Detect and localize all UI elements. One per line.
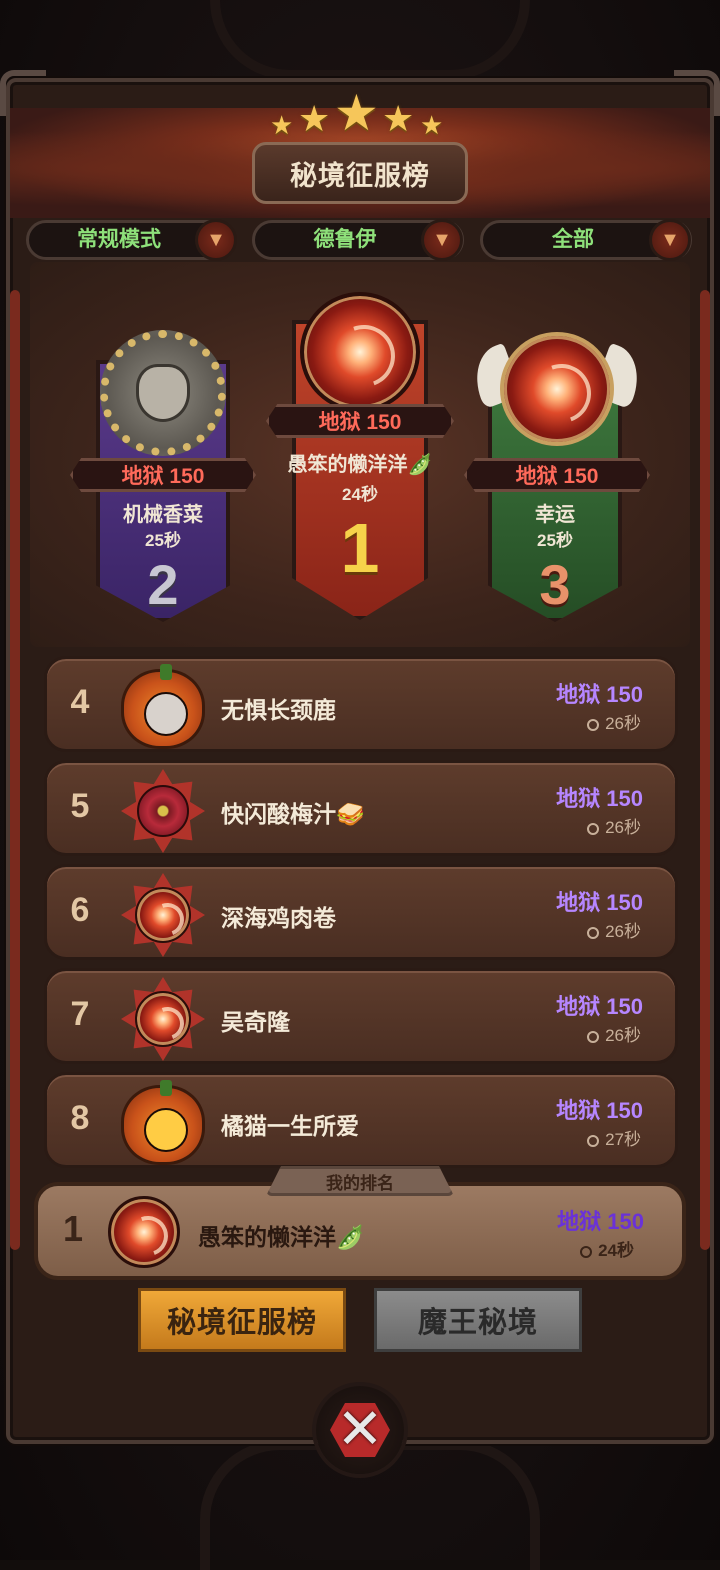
podium-first-time: 24秒 — [342, 485, 378, 504]
my-clear-time: 24秒 — [580, 1236, 634, 1261]
podium-first-difficulty: 地狱 150 — [266, 404, 454, 438]
list-item-rank: 5 — [70, 787, 90, 825]
scope-dropdown-label: 全部 — [552, 228, 594, 251]
class-dropdown[interactable]: 德鲁伊 ▼ — [252, 219, 464, 261]
side-bar-left — [10, 290, 20, 1250]
clear-time: 26秒 — [587, 917, 641, 942]
close-icon: ✕ — [336, 1397, 384, 1460]
list-item-rank: 7 — [70, 995, 90, 1033]
class-dropdown-label: 德鲁伊 — [313, 228, 377, 251]
clear-time-value: 26秒 — [605, 714, 641, 733]
tab-demon-king-realm[interactable]: 魔王秘境 — [374, 1288, 582, 1352]
mode-dropdown-label: 常规模式 — [77, 228, 161, 251]
close-button[interactable]: ✕ — [316, 1386, 404, 1474]
clear-time-value: 27秒 — [605, 1130, 641, 1149]
tab-conquest-leaderboard[interactable]: 秘境征服榜 — [138, 1288, 346, 1352]
pumpkin-avatar-icon — [121, 664, 205, 749]
podium-third-name: 幸运 — [535, 504, 575, 526]
podium-third-time: 25秒 — [537, 531, 573, 550]
pumpkin-avatar-icon — [121, 1080, 205, 1165]
podium-second-difficulty: 地狱 150 — [70, 458, 256, 492]
podium-second-name: 机械香菜 — [123, 504, 203, 526]
list-item[interactable]: 5 快闪酸梅汁🥪 地狱 150 26秒 — [44, 760, 678, 856]
difficulty-label: 地狱 150 — [556, 1098, 643, 1123]
avatar — [121, 1080, 205, 1165]
clock-icon — [587, 1135, 600, 1147]
list-item[interactable]: 4 无惧长颈鹿 地狱 150 26秒 — [44, 656, 678, 752]
clear-time: 26秒 — [587, 813, 641, 838]
clear-time: 26秒 — [587, 709, 641, 734]
clock-icon — [587, 1031, 600, 1043]
my-avatar — [108, 1196, 180, 1268]
avatar — [121, 769, 205, 853]
difficulty-label: 地狱 150 — [556, 890, 643, 915]
star-icon: ★ — [420, 110, 444, 140]
my-clear-time-value: 24秒 — [598, 1241, 634, 1260]
pumpkin-stem — [160, 1080, 172, 1096]
swirl-icon — [135, 991, 191, 1047]
clear-time-value: 26秒 — [605, 922, 641, 941]
list-item[interactable]: 8 橘猫一生所爱 地狱 150 27秒 — [44, 1072, 678, 1168]
chevron-down-icon[interactable]: ▼ — [421, 219, 463, 261]
avatar — [121, 873, 205, 957]
my-rank-row[interactable]: 1 愚笨的懒洋洋🫛 地狱 150 24秒 — [34, 1182, 686, 1280]
podium-second-time: 25秒 — [145, 531, 181, 550]
list-item[interactable]: 6 深海鸡肉卷 地狱 150 26秒 — [44, 864, 678, 960]
clock-icon — [580, 1246, 593, 1258]
star-icon: ★ — [270, 110, 294, 140]
my-rank-label: 我的排名 — [266, 1166, 454, 1196]
list-item-rank: 8 — [70, 1099, 90, 1137]
red-eye-icon — [137, 785, 189, 837]
jack-o-lantern-icon — [144, 1108, 188, 1152]
clear-time: 27秒 — [587, 1125, 641, 1150]
scope-dropdown[interactable]: 全部 ▼ — [480, 219, 692, 261]
chevron-down-icon[interactable]: ▼ — [649, 219, 691, 261]
sheep-face-icon — [144, 692, 188, 736]
clear-time: 26秒 — [587, 1021, 641, 1046]
avatar — [121, 664, 205, 749]
horned-mask-icon — [136, 364, 190, 422]
clear-time-value: 26秒 — [605, 818, 641, 837]
list-item[interactable]: 7 吴奇隆 地狱 150 26秒 — [44, 968, 678, 1064]
player-name: 无惧长颈鹿 — [221, 697, 336, 723]
star-icon: ★ — [334, 85, 379, 141]
list-item-rank: 6 — [70, 891, 90, 929]
podium-third-rank: 3 — [539, 553, 571, 616]
my-difficulty-label: 地狱 150 — [557, 1209, 644, 1234]
clock-icon — [587, 823, 600, 835]
difficulty-label: 地狱 150 — [556, 994, 643, 1019]
avatar-first — [300, 292, 420, 412]
avatar-second — [100, 330, 226, 456]
avatar-third — [500, 332, 614, 446]
podium-first-rank: 1 — [340, 509, 380, 587]
player-name: 深海鸡肉卷 — [221, 905, 336, 931]
side-bar-right — [700, 290, 710, 1250]
page-title: 秘境征服榜 — [252, 142, 468, 204]
my-rank-number: 1 — [62, 1208, 84, 1249]
podium-third-difficulty: 地狱 150 — [464, 458, 650, 492]
my-player-name: 愚笨的懒洋洋🫛 — [198, 1224, 365, 1250]
player-name: 吴奇隆 — [221, 1009, 290, 1035]
clear-time-value: 26秒 — [605, 1026, 641, 1045]
star-icon: ★ — [298, 98, 331, 139]
difficulty-label: 地狱 150 — [556, 786, 643, 811]
podium-second-rank: 2 — [147, 553, 179, 616]
top-ornament — [210, 0, 530, 80]
mode-dropdown[interactable]: 常规模式 ▼ — [26, 219, 237, 261]
chevron-down-icon[interactable]: ▼ — [195, 219, 237, 261]
pumpkin-stem — [160, 664, 172, 680]
player-name: 快闪酸梅汁🥪 — [221, 801, 365, 827]
difficulty-label: 地狱 150 — [556, 682, 643, 707]
list-item-rank: 4 — [70, 683, 90, 721]
avatar — [121, 977, 205, 1061]
star-icon: ★ — [382, 98, 415, 139]
swirl-icon — [135, 887, 191, 943]
podium-first-name: 愚笨的懒洋洋🫛 — [287, 454, 433, 476]
clock-icon — [587, 927, 600, 939]
clock-icon — [587, 719, 600, 731]
player-name: 橘猫一生所爱 — [221, 1113, 359, 1139]
star-rating: ★ ★ ★ ★ ★ — [270, 85, 450, 141]
